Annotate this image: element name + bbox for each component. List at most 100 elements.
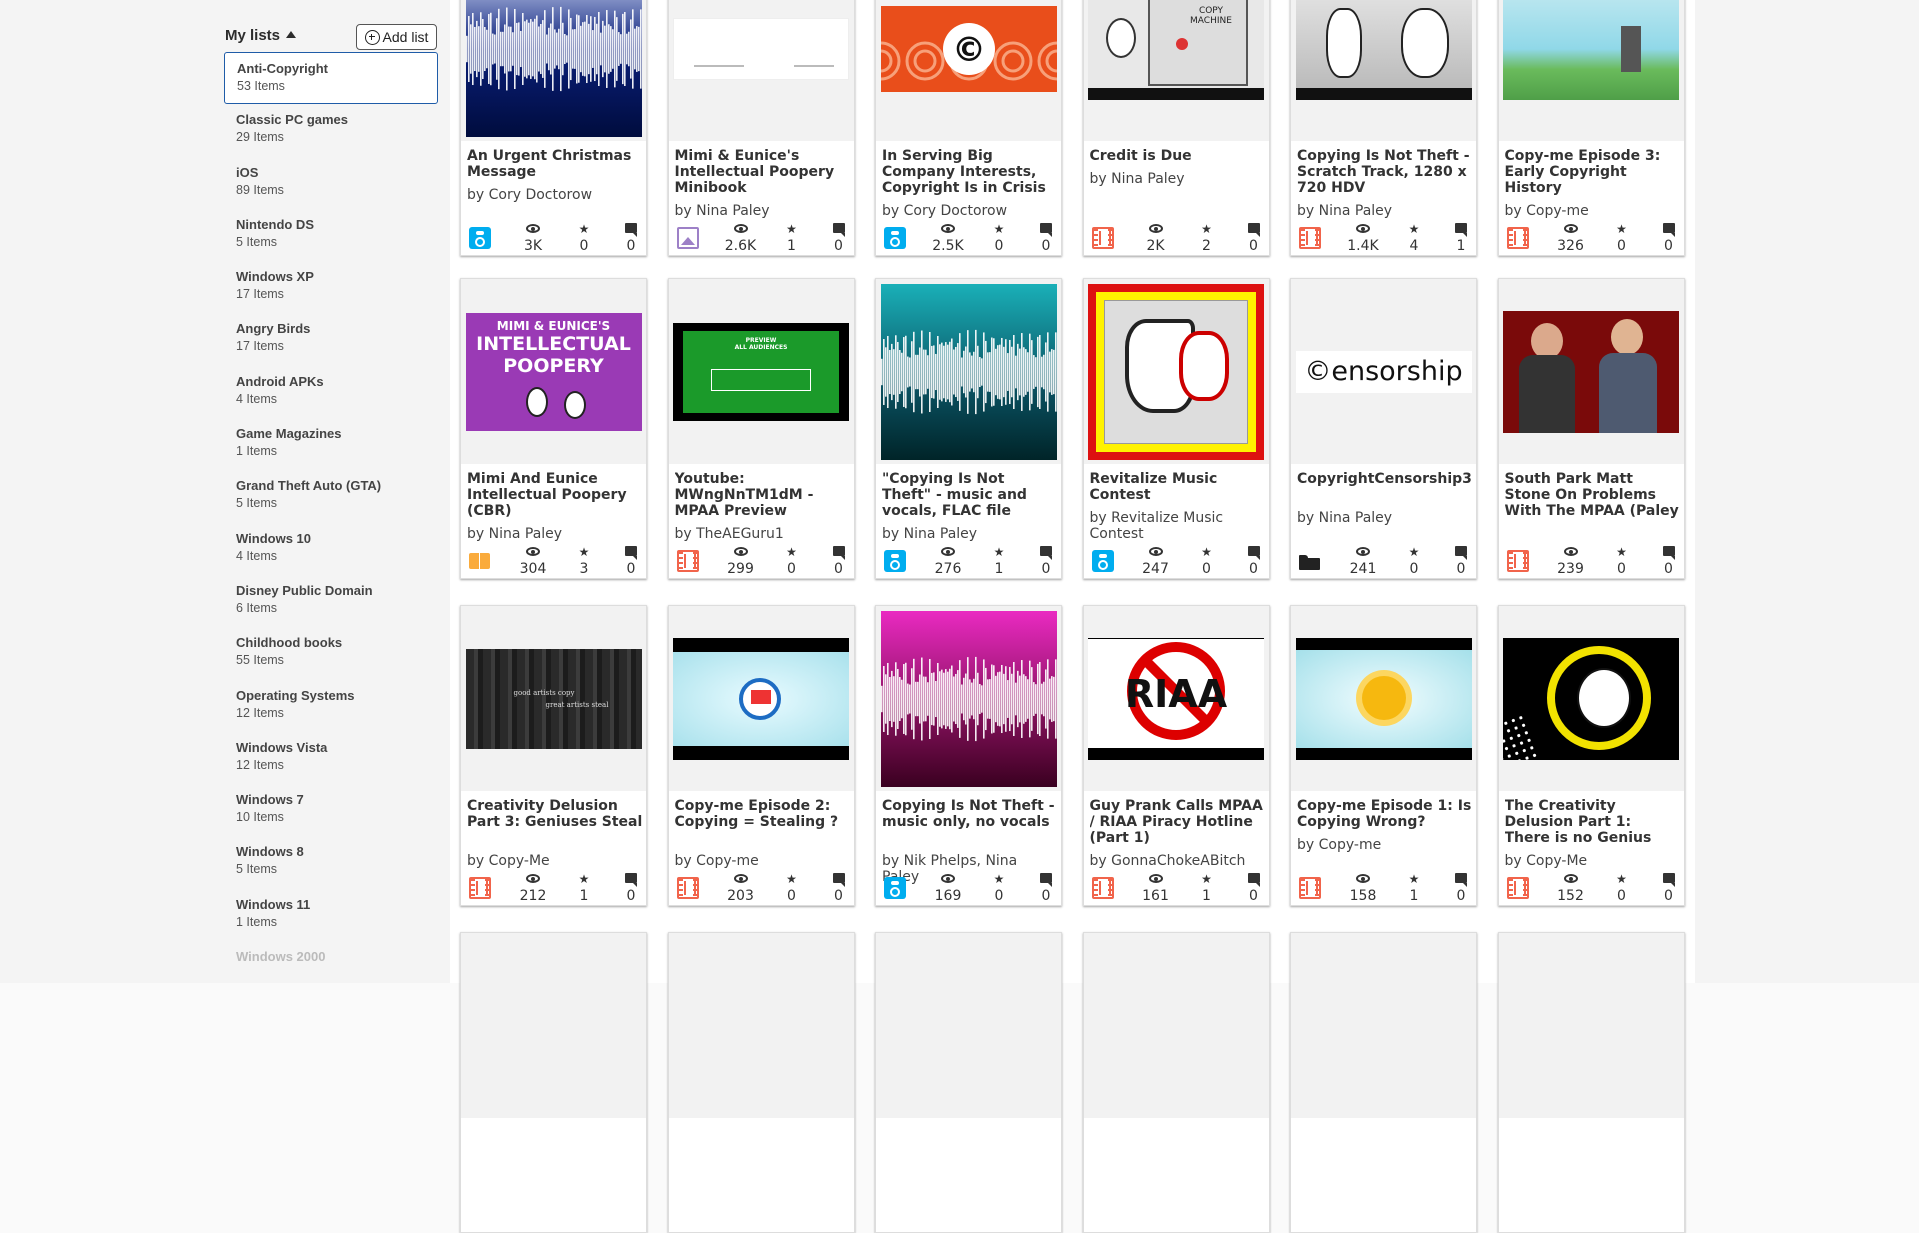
item-creator[interactable]: by Copy-Me <box>1505 853 1681 869</box>
item-thumbnail[interactable] <box>1291 606 1476 791</box>
item-creator[interactable]: by Copy-me <box>1505 203 1681 219</box>
item-thumbnail[interactable] <box>1083 279 1269 464</box>
item-card[interactable]: Copy-me Episode 3: Early Copyright Histo… <box>1497 0 1685 256</box>
sidebar-list-item[interactable]: Anti-Copyright 53 Items <box>224 52 438 105</box>
item-thumbnail[interactable]: MIMI & EUNICE'S INTELLECTUAL POOPERY <box>461 279 646 464</box>
item-thumbnail[interactable] <box>1498 606 1684 791</box>
item-card[interactable]: good artists copy great artists steal Cr… <box>460 605 647 906</box>
sidebar-list-item[interactable]: Windows 2000 <box>224 941 438 993</box>
sidebar-list-item[interactable]: Android APKs 4 Items <box>224 366 438 418</box>
sidebar-list-item[interactable]: Game Magazines 1 Items <box>224 418 438 470</box>
my-lists-toggle[interactable]: My lists <box>225 27 297 44</box>
item-title[interactable]: The Creativity Delusion Part 1: There is… <box>1505 798 1681 846</box>
item-title[interactable]: Credit is Due <box>1090 148 1266 164</box>
item-thumbnail[interactable]: PREVIEW ALL AUDIENCES <box>668 279 854 464</box>
item-thumbnail[interactable] <box>1083 933 1269 1118</box>
item-creator[interactable]: by TheAEGuru1 <box>675 526 851 542</box>
item-card[interactable]: © In Serving Big Company Interests, Copy… <box>875 0 1062 256</box>
item-card[interactable]: An Urgent Christmas Message by Cory Doct… <box>460 0 647 256</box>
item-card[interactable]: Revitalize Music Contest by Revitalize M… <box>1082 278 1270 579</box>
item-creator[interactable]: by GonnaChokeABitch <box>1090 853 1266 869</box>
item-thumbnail[interactable] <box>1498 279 1684 464</box>
item-thumbnail[interactable] <box>461 0 646 141</box>
sidebar-list-item[interactable]: Nintendo DS 5 Items <box>224 209 438 261</box>
item-card-partial[interactable] <box>1497 932 1685 1233</box>
item-card[interactable]: RIAA Guy Prank Calls MPAA / RIAA Piracy … <box>1082 605 1270 906</box>
item-thumbnail[interactable] <box>876 279 1061 464</box>
item-thumbnail[interactable] <box>1291 933 1476 1118</box>
item-thumbnail[interactable] <box>461 933 646 1118</box>
sidebar-list-item[interactable]: Windows 7 10 Items <box>224 784 438 836</box>
item-card[interactable]: COPY MACHINE Credit is Due by Nina Paley… <box>1082 0 1270 256</box>
item-title[interactable]: Copying Is Not Theft - Scratch Track, 12… <box>1297 148 1473 196</box>
item-thumbnail[interactable] <box>1498 933 1684 1118</box>
item-card[interactable]: Copying Is Not Theft - Scratch Track, 12… <box>1290 0 1477 256</box>
item-creator[interactable]: by Nina Paley <box>1090 171 1266 187</box>
item-title[interactable]: Copy-me Episode 3: Early Copyright Histo… <box>1505 148 1681 196</box>
item-title[interactable]: Copy-me Episode 1: Is Copying Wrong? <box>1297 798 1473 830</box>
item-thumbnail[interactable]: good artists copy great artists steal <box>461 606 646 791</box>
sidebar-list-item[interactable]: Angry Birds 17 Items <box>224 313 438 365</box>
item-card-partial[interactable] <box>667 932 855 1233</box>
sidebar-list-item[interactable]: Childhood books 55 Items <box>224 627 438 679</box>
item-thumbnail[interactable]: COPY MACHINE <box>1083 0 1269 141</box>
item-title[interactable]: Mimi And Eunice Intellectual Poopery (CB… <box>467 471 643 519</box>
item-title[interactable]: Mimi & Eunice's Intellectual Poopery Min… <box>675 148 851 196</box>
item-thumbnail[interactable]: RIAA <box>1083 606 1269 791</box>
item-title[interactable]: CopyrightCensorship3 <box>1297 471 1473 487</box>
item-card[interactable]: The Creativity Delusion Part 1: There is… <box>1497 605 1685 906</box>
item-card[interactable]: ©ensorship CopyrightCensorship3 by Nina … <box>1290 278 1477 579</box>
item-title[interactable]: Copying Is Not Theft - music only, no vo… <box>882 798 1058 830</box>
item-thumbnail[interactable] <box>876 933 1061 1118</box>
item-card[interactable]: Copying Is Not Theft - music only, no vo… <box>875 605 1062 906</box>
item-creator[interactable]: by Nina Paley <box>1297 510 1473 526</box>
item-creator[interactable]: by Cory Doctorow <box>882 203 1058 219</box>
add-list-button[interactable]: Add list <box>356 24 437 50</box>
sidebar-list-item[interactable]: Windows Vista 12 Items <box>224 732 438 784</box>
item-thumbnail[interactable] <box>876 606 1061 791</box>
item-creator[interactable]: by Revitalize Music Contest <box>1090 510 1266 542</box>
item-card-partial[interactable] <box>1290 932 1477 1233</box>
item-thumbnail[interactable] <box>668 0 854 141</box>
sidebar-list-item[interactable]: iOS 89 Items <box>224 157 438 209</box>
item-card[interactable]: "Copying Is Not Theft" - music and vocal… <box>875 278 1062 579</box>
item-title[interactable]: An Urgent Christmas Message <box>467 148 643 180</box>
sidebar-list-item[interactable]: Windows 11 1 Items <box>224 889 438 941</box>
sidebar-list-item[interactable]: Grand Theft Auto (GTA) 5 Items <box>224 470 438 522</box>
item-title[interactable]: South Park Matt Stone On Problems With T… <box>1505 471 1681 519</box>
item-title[interactable]: Youtube: MWngNnTM1dM - MPAA Preview Scre… <box>675 471 851 519</box>
item-title[interactable]: "Copying Is Not Theft" - music and vocal… <box>882 471 1058 519</box>
sidebar-list-item[interactable]: Windows 8 5 Items <box>224 836 438 888</box>
item-creator[interactable]: by Cory Doctorow <box>467 187 643 203</box>
sidebar-list-item[interactable]: Classic PC games 29 Items <box>224 104 438 156</box>
sidebar-list-item[interactable]: Operating Systems 12 Items <box>224 680 438 732</box>
item-thumbnail[interactable]: ©ensorship <box>1291 279 1476 464</box>
sidebar-list-item[interactable]: Disney Public Domain 6 Items <box>224 575 438 627</box>
item-thumbnail[interactable] <box>1498 0 1684 141</box>
sidebar-list-item[interactable]: Windows XP 17 Items <box>224 261 438 313</box>
item-creator[interactable]: by Nina Paley <box>675 203 851 219</box>
item-title[interactable]: Guy Prank Calls MPAA / RIAA Piracy Hotli… <box>1090 798 1266 846</box>
item-thumbnail[interactable]: © <box>876 0 1061 141</box>
item-title[interactable]: Revitalize Music Contest <box>1090 471 1266 503</box>
item-title[interactable]: In Serving Big Company Interests, Copyri… <box>882 148 1058 196</box>
item-creator[interactable]: by Nina Paley <box>467 526 643 542</box>
item-title[interactable]: Creativity Delusion Part 3: Geniuses Ste… <box>467 798 643 830</box>
item-card[interactable]: Mimi & Eunice's Intellectual Poopery Min… <box>667 0 855 256</box>
item-card-partial[interactable] <box>875 932 1062 1233</box>
item-card[interactable]: PREVIEW ALL AUDIENCES Youtube: MWngNnTM1… <box>667 278 855 579</box>
item-card[interactable]: Copy-me Episode 2: Copying = Stealing ? … <box>667 605 855 906</box>
item-card[interactable]: South Park Matt Stone On Problems With T… <box>1497 278 1685 579</box>
item-card[interactable]: Copy-me Episode 1: Is Copying Wrong? by … <box>1290 605 1477 906</box>
item-creator[interactable]: by Nina Paley <box>882 526 1058 542</box>
item-creator[interactable]: by Copy-me <box>1297 837 1473 853</box>
item-creator[interactable]: by Copy-me <box>675 853 851 869</box>
item-thumbnail[interactable] <box>668 606 854 791</box>
item-card-partial[interactable] <box>1082 932 1270 1233</box>
item-card[interactable]: MIMI & EUNICE'S INTELLECTUAL POOPERY Mim… <box>460 278 647 579</box>
sidebar-list-item[interactable]: Windows 10 4 Items <box>224 523 438 575</box>
item-title[interactable]: Copy-me Episode 2: Copying = Stealing ? <box>675 798 851 830</box>
item-creator[interactable]: by Nina Paley <box>1297 203 1473 219</box>
item-thumbnail[interactable] <box>1291 0 1476 141</box>
item-card-partial[interactable] <box>460 932 647 1233</box>
